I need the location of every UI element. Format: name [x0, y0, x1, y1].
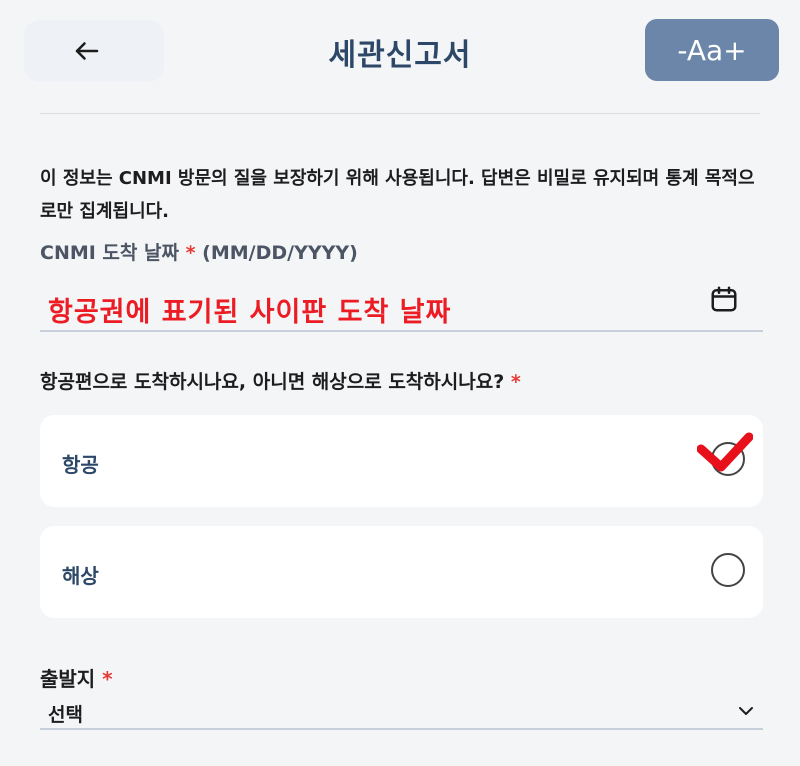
origin-select-value: 선택 — [48, 704, 83, 726]
option-sea[interactable]: 해상 — [40, 526, 763, 618]
calendar-icon[interactable] — [709, 284, 739, 314]
origin-label: 출발지 * — [40, 663, 113, 692]
header-divider — [40, 113, 760, 114]
arrival-mode-question: 항공편으로 도착하시나요, 아니면 해상으로 도착하시나요? * — [40, 367, 521, 394]
required-mark: * — [510, 371, 521, 393]
arrival-date-label-text: CNMI 도착 날짜 — [40, 242, 179, 264]
origin-select[interactable]: 선택 — [40, 692, 763, 730]
arrival-date-input[interactable]: 항공권에 표기된 사이판 도착 날짜 — [40, 278, 763, 332]
arrival-date-label: CNMI 도착 날짜 * (MM/DD/YYYY) — [40, 238, 358, 265]
option-air-label: 항공 — [62, 453, 99, 477]
origin-label-text: 출발지 — [40, 667, 96, 691]
option-air[interactable]: 항공 — [40, 415, 763, 507]
date-format-hint: (MM/DD/YYYY) — [202, 242, 358, 264]
required-mark: * — [185, 242, 196, 264]
option-sea-label: 해상 — [62, 564, 99, 588]
chevron-down-icon — [739, 707, 753, 715]
arrival-mode-question-text: 항공편으로 도착하시나요, 아니면 해상으로 도착하시나요? — [40, 371, 505, 393]
required-mark: * — [102, 667, 113, 691]
intro-text: 이 정보는 CNMI 방문의 질을 보장하기 위해 사용됩니다. 답변은 비밀로… — [40, 168, 755, 222]
font-size-button[interactable]: -Aa+ — [645, 19, 779, 81]
red-check-icon — [697, 432, 753, 472]
radio-sea[interactable] — [711, 553, 745, 587]
arrival-date-value: 항공권에 표기된 사이판 도착 날짜 — [48, 297, 452, 328]
